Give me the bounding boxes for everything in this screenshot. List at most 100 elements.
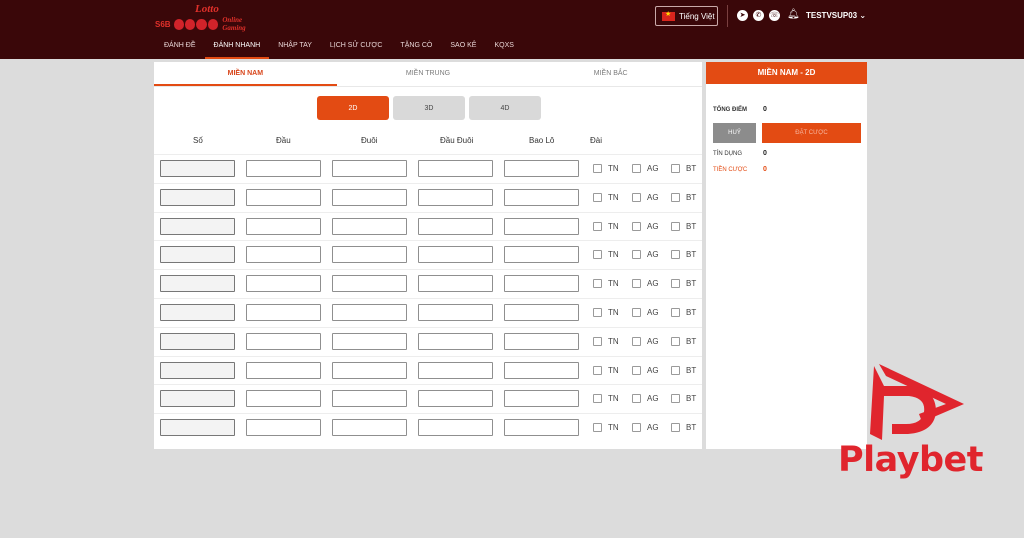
site-logo[interactable]: Lotto S6B Online Gaming (155, 3, 265, 32)
station-checkbox-bt[interactable] (671, 192, 680, 202)
dau-input[interactable] (246, 217, 321, 235)
bell-icon[interactable]: 🔔︎ (787, 9, 800, 20)
bao-lo-input[interactable] (504, 390, 579, 408)
nav-nhap-tay[interactable]: NHẬP TAY (269, 36, 321, 59)
station-checkbox-bt[interactable] (671, 365, 680, 375)
so-input[interactable] (160, 246, 235, 264)
dau-input[interactable] (246, 275, 321, 293)
dau-input[interactable] (246, 361, 321, 379)
dau-duoi-input[interactable] (418, 160, 493, 177)
nav-sao-ke[interactable]: SAO KÊ (441, 36, 485, 59)
station-checkbox-tn[interactable] (593, 192, 602, 202)
language-button[interactable]: Tiếng Việt (655, 6, 718, 26)
duoi-input[interactable] (332, 217, 407, 235)
dau-input[interactable] (246, 246, 321, 264)
station-checkbox-tn[interactable] (593, 250, 602, 260)
bao-lo-input[interactable] (504, 419, 579, 437)
station-checkbox-ag[interactable] (632, 423, 641, 433)
so-input[interactable] (160, 419, 235, 437)
bao-lo-input[interactable] (504, 332, 579, 350)
dau-input[interactable] (246, 390, 321, 408)
so-input[interactable] (160, 217, 235, 235)
station-checkbox-tn[interactable] (593, 279, 602, 289)
mode-2d-button[interactable]: 2D (317, 96, 389, 120)
station-checkbox-ag[interactable] (632, 365, 641, 375)
dau-input[interactable] (246, 332, 321, 350)
station-checkbox-ag[interactable] (632, 164, 641, 173)
station-checkbox-tn[interactable] (593, 221, 602, 231)
station-checkbox-tn[interactable] (593, 394, 602, 404)
duoi-input[interactable] (332, 160, 407, 177)
station-checkbox-ag[interactable] (632, 250, 641, 260)
duoi-input[interactable] (332, 303, 407, 321)
dau-duoi-input[interactable] (418, 332, 493, 350)
so-input[interactable] (160, 188, 235, 206)
so-input[interactable] (160, 332, 235, 350)
station-checkbox-tn[interactable] (593, 164, 602, 173)
station-checkbox-ag[interactable] (632, 336, 641, 346)
dau-input[interactable] (246, 160, 321, 177)
dau-duoi-input[interactable] (418, 275, 493, 293)
dau-input[interactable] (246, 419, 321, 437)
nav-danh-nhanh[interactable]: ĐÁNH NHANH (204, 36, 270, 59)
station-checkbox-tn[interactable] (593, 365, 602, 375)
dau-input[interactable] (246, 303, 321, 321)
dau-duoi-input[interactable] (418, 188, 493, 206)
bao-lo-input[interactable] (504, 217, 579, 235)
tab-mien-trung[interactable]: MIỀN TRUNG (337, 62, 520, 86)
station-checkbox-tn[interactable] (593, 423, 602, 433)
so-input[interactable] (160, 275, 235, 293)
station-checkbox-tn[interactable] (593, 336, 602, 346)
bao-lo-input[interactable] (504, 275, 579, 293)
duoi-input[interactable] (332, 419, 407, 437)
nav-lich-su-cuoc[interactable]: LỊCH SỬ CƯỢC (321, 36, 392, 59)
nav-danh-de[interactable]: ĐÁNH ĐỀ (155, 36, 205, 59)
station-checkbox-bt[interactable] (671, 279, 680, 289)
station-checkbox-tn[interactable] (593, 307, 602, 317)
bao-lo-input[interactable] (504, 303, 579, 321)
bao-lo-input[interactable] (504, 361, 579, 379)
so-input[interactable] (160, 390, 235, 408)
station-checkbox-bt[interactable] (671, 394, 680, 404)
station-checkbox-bt[interactable] (671, 423, 680, 433)
dau-duoi-input[interactable] (418, 390, 493, 408)
whatsapp-icon[interactable]: ☏ (769, 10, 780, 21)
mode-3d-button[interactable]: 3D (393, 96, 465, 120)
so-input[interactable] (160, 361, 235, 379)
mode-4d-button[interactable]: 4D (469, 96, 541, 120)
duoi-input[interactable] (332, 361, 407, 379)
dau-input[interactable] (246, 188, 321, 206)
dau-duoi-input[interactable] (418, 361, 493, 379)
station-checkbox-bt[interactable] (671, 336, 680, 346)
station-checkbox-bt[interactable] (671, 221, 680, 231)
user-menu[interactable]: TESTVSUP03 ⌄ (806, 11, 866, 20)
duoi-input[interactable] (332, 246, 407, 264)
station-checkbox-ag[interactable] (632, 221, 641, 231)
nav-tang-co[interactable]: TẶNG CÒ (391, 36, 441, 59)
place-bet-button[interactable]: ĐẶT CƯỢC (762, 123, 861, 143)
station-checkbox-bt[interactable] (671, 164, 680, 173)
viber-icon[interactable]: ✆ (753, 10, 764, 21)
station-checkbox-ag[interactable] (632, 192, 641, 202)
so-input[interactable] (160, 160, 235, 177)
duoi-input[interactable] (332, 188, 407, 206)
duoi-input[interactable] (332, 332, 407, 350)
dau-duoi-input[interactable] (418, 217, 493, 235)
station-checkbox-ag[interactable] (632, 307, 641, 317)
station-checkbox-bt[interactable] (671, 307, 680, 317)
bao-lo-input[interactable] (504, 188, 579, 206)
dau-duoi-input[interactable] (418, 303, 493, 321)
nav-kqxs[interactable]: KQXS (485, 36, 522, 59)
station-checkbox-bt[interactable] (671, 250, 680, 260)
duoi-input[interactable] (332, 390, 407, 408)
tab-mien-nam[interactable]: MIỀN NAM (154, 62, 337, 86)
bao-lo-input[interactable] (504, 246, 579, 264)
duoi-input[interactable] (332, 275, 407, 293)
bao-lo-input[interactable] (504, 160, 579, 177)
station-checkbox-ag[interactable] (632, 279, 641, 289)
dau-duoi-input[interactable] (418, 246, 493, 264)
cancel-button[interactable]: HUỶ (713, 123, 756, 143)
dau-duoi-input[interactable] (418, 419, 493, 437)
so-input[interactable] (160, 303, 235, 321)
telegram-icon[interactable]: ➤ (737, 10, 748, 21)
